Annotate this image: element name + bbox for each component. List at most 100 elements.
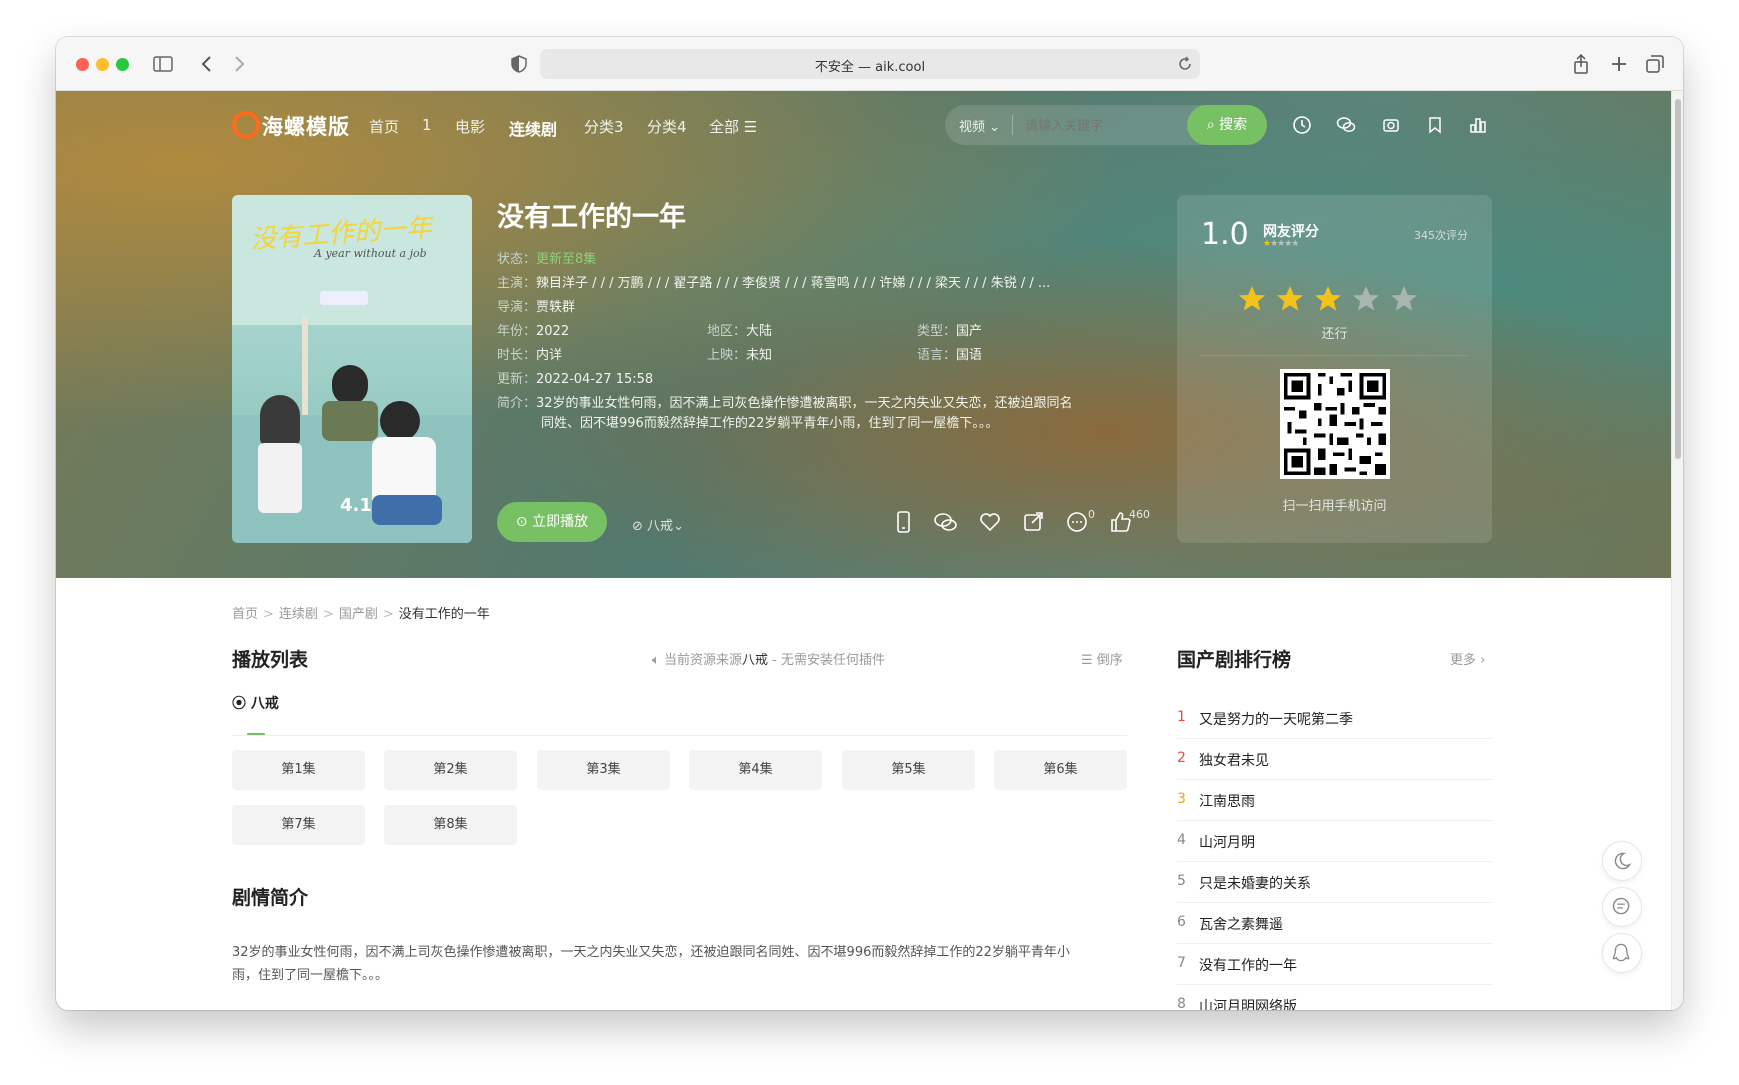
qr-caption: 扫一扫用手机访问 — [1282, 499, 1387, 514]
release-key: 上映： — [707, 348, 747, 363]
chevron-down-icon: ⌄ — [673, 519, 684, 534]
rank-name[interactable]: 瓦舍之素舞遥 — [1199, 914, 1283, 934]
nav-series[interactable]: 连续剧 — [509, 116, 557, 140]
new-tab-icon[interactable] — [1608, 53, 1630, 75]
wechat-icon[interactable] — [1336, 115, 1356, 135]
back-icon[interactable] — [196, 53, 218, 75]
rating-count: 345次评分 — [1414, 229, 1468, 242]
episode-button[interactable]: 第3集 — [537, 750, 670, 790]
breadcrumb-domestic[interactable]: 国产剧 — [339, 607, 378, 622]
rank-number: 8 — [1177, 996, 1186, 1010]
episode-button[interactable]: 第4集 — [689, 750, 822, 790]
star-icon[interactable] — [1350, 283, 1382, 315]
ranking-title: 国产剧排行榜 — [1177, 649, 1292, 671]
rank-number: 1 — [1177, 709, 1186, 725]
share-out-icon[interactable] — [1021, 509, 1047, 535]
ranking-item[interactable]: 6 瓦舍之素舞遥 — [1177, 903, 1492, 944]
ranking-icon[interactable] — [1468, 115, 1488, 135]
nav-category4[interactable]: 分类4 — [647, 116, 687, 137]
play-now-button[interactable]: ⊙ 立即播放 — [497, 502, 607, 542]
director-value[interactable]: 贾轶群 — [536, 300, 575, 315]
cast-value[interactable]: 辣目洋子 / / / 万鹏 / / / 翟子路 / / / 李俊贤 / / / … — [536, 276, 1050, 291]
rank-name[interactable]: 山河月明 — [1199, 832, 1255, 852]
poster-aircon — [320, 291, 368, 305]
type-value[interactable]: 国产 — [956, 324, 982, 339]
ranking-item[interactable]: 5 只是未婚妻的关系 — [1177, 862, 1492, 903]
bookmark-icon[interactable] — [1425, 115, 1445, 135]
close-window-button[interactable] — [76, 58, 89, 71]
site-logo[interactable]: 海螺模版 — [262, 111, 350, 141]
ranking-item[interactable]: 4 山河月明 — [1177, 821, 1492, 862]
star-icon[interactable] — [1312, 283, 1344, 315]
sidebar-toggle-icon[interactable] — [152, 53, 174, 75]
rank-name[interactable]: 独女君未见 — [1199, 750, 1269, 770]
episode-button[interactable]: 第5集 — [842, 750, 975, 790]
zoom-window-button[interactable] — [116, 58, 129, 71]
episode-button[interactable]: 第1集 — [232, 750, 365, 790]
cast-key: 主演： — [497, 276, 537, 291]
source-select[interactable]: ⊘ 八戒⌄ — [632, 515, 684, 534]
episode-button[interactable]: 第8集 — [384, 805, 517, 845]
rank-name[interactable]: 山河月明网络版 — [1199, 996, 1297, 1010]
intro-key: 简介： — [497, 396, 537, 411]
favorite-heart-icon[interactable] — [977, 509, 1003, 535]
search-button[interactable]: ⌕ 搜索 — [1187, 105, 1267, 145]
mobile-icon[interactable] — [890, 509, 916, 535]
forward-icon[interactable] — [228, 53, 250, 75]
year-value[interactable]: 2022 — [536, 324, 569, 339]
poster-image[interactable]: 没有工作的一年 A year without a job 4.1 — [232, 195, 472, 543]
rank-name[interactable]: 只是未婚妻的关系 — [1199, 873, 1311, 893]
compass-icon: ⊘ — [632, 519, 643, 534]
nav-home[interactable]: 首页 — [369, 116, 399, 137]
wechat-share-icon[interactable] — [933, 509, 959, 535]
search-scope-select[interactable]: 视频 ⌄ — [959, 116, 1000, 135]
privacy-shield-icon[interactable] — [508, 53, 530, 75]
nav-all[interactable]: 全部 ☰ — [709, 116, 757, 137]
star-icon[interactable] — [1274, 283, 1306, 315]
rank-name[interactable]: 又是努力的一天呢第二季 — [1199, 709, 1353, 729]
sort-toggle[interactable]: ☰ 倒序 — [1081, 649, 1123, 668]
breadcrumb-home[interactable]: 首页 — [232, 607, 258, 622]
playlist-title: 播放列表 — [232, 649, 309, 671]
rank-name[interactable]: 江南思雨 — [1199, 791, 1255, 811]
nav-movie[interactable]: 电影 — [455, 116, 485, 137]
tab-overview-icon[interactable] — [1644, 53, 1666, 75]
search-input[interactable] — [1025, 115, 1175, 135]
rank-name[interactable]: 没有工作的一年 — [1199, 955, 1297, 975]
source-tab[interactable]: ⦿ 八戒 — [232, 693, 279, 713]
ranking-more-link[interactable]: 更多 › — [1450, 649, 1485, 668]
camera-icon[interactable] — [1381, 115, 1401, 135]
minimize-window-button[interactable] — [96, 58, 109, 71]
browser-titlebar: 不安全 — aik.cool — [56, 37, 1683, 91]
breadcrumb-series[interactable]: 连续剧 — [279, 607, 318, 622]
dark-mode-button[interactable] — [1602, 841, 1642, 881]
share-icon[interactable] — [1570, 53, 1592, 75]
sort-label: 倒序 — [1096, 653, 1123, 668]
history-icon[interactable] — [1292, 115, 1312, 135]
episode-button[interactable]: 第7集 — [232, 805, 365, 845]
source-notice-name: 八戒 — [741, 653, 768, 668]
rating-score: 1.0 — [1201, 217, 1249, 252]
nav-category3[interactable]: 分类3 — [584, 116, 624, 137]
qq-button[interactable] — [1602, 933, 1642, 973]
star-icon[interactable] — [1236, 283, 1268, 315]
nav-1[interactable]: 1 — [422, 116, 432, 134]
scrollbar-thumb[interactable] — [1675, 99, 1681, 459]
ranking-item[interactable]: 7 没有工作的一年 — [1177, 944, 1492, 985]
episode-button[interactable]: 第6集 — [994, 750, 1127, 790]
source-notice-prefix: 当前资源来源 — [663, 653, 742, 668]
director-key: 导演： — [497, 300, 537, 315]
star-icon[interactable] — [1388, 283, 1420, 315]
search-button-label: 搜索 — [1219, 117, 1248, 133]
ranking-item[interactable]: 3 江南思雨 — [1177, 780, 1492, 821]
reload-icon[interactable] — [1176, 55, 1194, 73]
ranking-item[interactable]: 8 山河月明网络版 — [1177, 985, 1492, 1010]
logo-icon[interactable] — [232, 111, 260, 139]
area-value[interactable]: 大陆 — [746, 324, 772, 339]
episode-button[interactable]: 第2集 — [384, 750, 517, 790]
address-bar[interactable]: 不安全 — aik.cool — [540, 49, 1200, 79]
ranking-item[interactable]: 2 独女君未见 — [1177, 739, 1492, 780]
ranking-item[interactable]: 1 又是努力的一天呢第二季 — [1177, 698, 1492, 739]
feedback-button[interactable] — [1602, 887, 1642, 927]
page-scrollbar[interactable] — [1671, 91, 1683, 1010]
